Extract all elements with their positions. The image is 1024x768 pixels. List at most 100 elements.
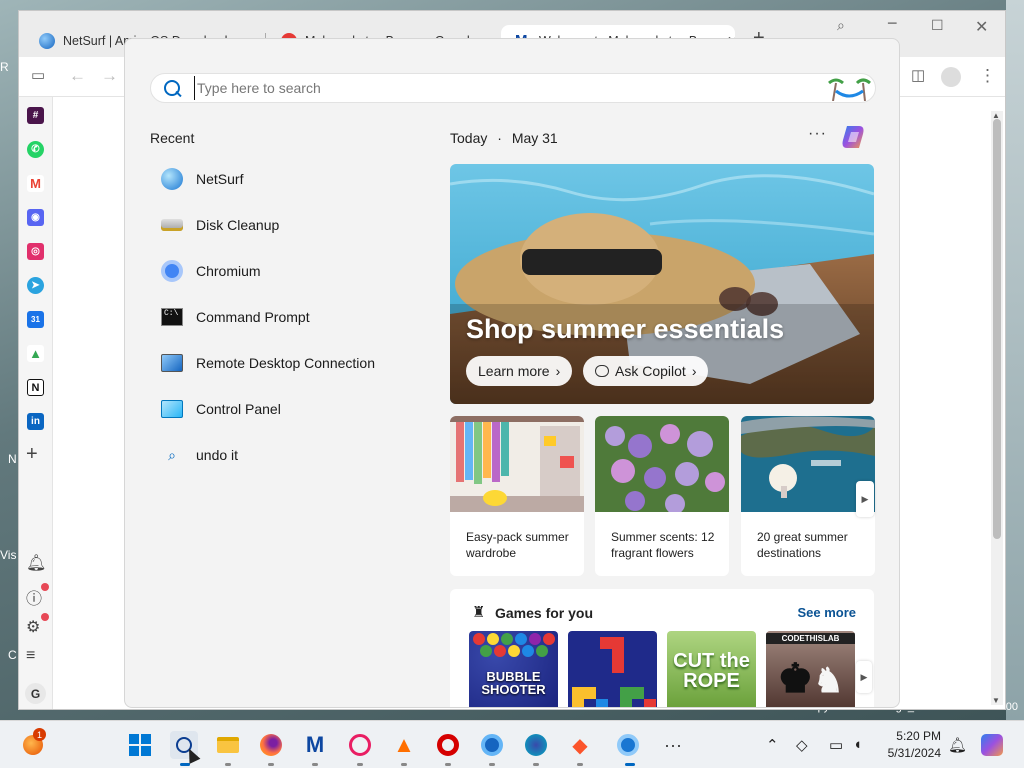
bell-icon[interactable]: 🔔︎ — [26, 553, 46, 573]
more-apps-icon[interactable]: ··· — [661, 733, 685, 757]
menu-icon[interactable]: ⋮ — [979, 66, 996, 86]
help-icon[interactable]: ⓘ — [26, 585, 42, 609]
games-next-button[interactable]: ▶ — [856, 661, 872, 693]
see-more-link[interactable]: See more — [797, 605, 856, 620]
tab-actions-icon[interactable]: ▭ — [31, 66, 45, 84]
network-icon[interactable]: ◇ — [796, 736, 808, 754]
beach-hammock-icon — [828, 78, 871, 101]
recent-item-command-prompt[interactable]: C:\ Command Prompt — [160, 302, 310, 332]
profile-icon[interactable] — [941, 67, 961, 87]
search-input[interactable] — [194, 76, 794, 100]
minimize-button[interactable]: − — [887, 13, 898, 34]
card-caption: 20 great summer destinations — [757, 530, 848, 560]
desktop-icon-label[interactable]: R — [0, 60, 9, 74]
opera-gx-icon[interactable] — [348, 733, 372, 757]
firefox-icon[interactable] — [259, 733, 283, 757]
opera-icon[interactable] — [436, 733, 460, 757]
hero-title: Shop summer essentials — [466, 314, 785, 344]
instagram-icon[interactable]: ◎ — [27, 243, 44, 260]
maximize-button[interactable]: ☐ — [931, 17, 944, 34]
recent-item-label: Command Prompt — [196, 309, 310, 325]
search-panel: Recent NetSurf Disk Cleanup Chromium C:\… — [124, 38, 900, 708]
more-options-icon[interactable]: ··· — [808, 125, 827, 143]
display-icon[interactable]: ▭ — [829, 736, 843, 754]
ask-copilot-button[interactable]: Ask Copilot › — [583, 356, 709, 386]
remote-desktop-icon — [160, 351, 184, 375]
browser-taskbar-icon[interactable] — [524, 733, 548, 757]
scroll-thumb[interactable] — [993, 119, 1001, 539]
gmail-icon[interactable]: M — [27, 175, 44, 192]
chess-king-icon: ♚ — [777, 657, 814, 701]
notification-bell-icon[interactable]: 🔔︎ — [948, 736, 967, 754]
learn-more-button[interactable]: Learn more › — [466, 356, 573, 386]
desktop-icon-label[interactable]: C — [8, 648, 17, 662]
vlc-icon[interactable]: ▲ — [392, 732, 416, 757]
desktop-wallpaper-strip — [1006, 0, 1024, 720]
add-app-icon[interactable]: + — [26, 443, 38, 466]
notion-icon[interactable]: N — [27, 379, 44, 396]
desktop-icon-label[interactable]: Vis — [0, 548, 16, 562]
recent-item-label: Chromium — [196, 263, 261, 279]
taskbar: M ▲ ◆ ··· ⌃ ◇ ▭ ◖ 5:20 PM 5/31/2024 🔔︎ — [0, 720, 1024, 768]
malwarebytes-taskbar-icon[interactable]: M — [303, 732, 327, 757]
command-prompt-icon: C:\ — [160, 305, 184, 329]
brave-icon[interactable]: ◆ — [568, 733, 592, 757]
page-scrollbar[interactable]: ▲ ▼ — [991, 111, 1003, 705]
whatsapp-icon[interactable]: ✆ — [27, 141, 44, 158]
linkedin-icon[interactable]: in — [27, 413, 44, 430]
slack-icon[interactable]: # — [27, 107, 44, 124]
search-bar[interactable] — [150, 73, 876, 103]
recent-item-undo-it[interactable]: ⌕ undo it — [160, 440, 238, 470]
split-view-icon[interactable]: ◫ — [911, 66, 925, 84]
clock-date: 5/31/2024 — [887, 746, 941, 760]
chrome-icon[interactable] — [616, 733, 640, 757]
avatar[interactable]: G — [25, 683, 46, 704]
recent-item-chromium[interactable]: Chromium — [160, 256, 261, 286]
game-tile-blocks[interactable] — [568, 631, 657, 707]
customize-icon[interactable]: ≡ — [26, 647, 35, 665]
scroll-down-arrow[interactable]: ▼ — [992, 696, 1000, 705]
forward-button[interactable]: → — [101, 66, 118, 86]
ask-copilot-label: Ask Copilot — [615, 363, 686, 379]
recent-item-netsurf[interactable]: NetSurf — [160, 164, 243, 194]
carousel-next-button[interactable]: ▶ — [856, 481, 874, 517]
volume-icon[interactable]: ◖ — [853, 736, 862, 753]
game-tile-bubble-shooter[interactable]: BUBBLE SHOOTER — [469, 631, 558, 707]
chevron-up-icon[interactable]: ⌃ — [766, 736, 779, 754]
windows-start-icon[interactable] — [128, 733, 152, 757]
telegram-icon[interactable]: ➤ — [27, 277, 44, 294]
game-tile-cut-the-rope[interactable]: CUT the ROPE — [667, 631, 756, 707]
chevron-right-icon: › — [555, 363, 561, 379]
settings-gear-icon[interactable]: ⚙ — [26, 617, 40, 637]
recent-item-control-panel[interactable]: Control Panel — [160, 394, 281, 424]
chromium-taskbar-icon[interactable] — [480, 733, 504, 757]
flowers-image — [595, 416, 729, 512]
card-caption: Easy-pack summer wardrobe — [466, 530, 569, 560]
chromium-icon — [160, 259, 184, 283]
back-button[interactable]: ← — [69, 66, 86, 86]
chess-piece-icon: ♜ — [472, 604, 486, 621]
close-window-button[interactable]: ✕ — [975, 17, 988, 37]
recent-item-disk-cleanup[interactable]: Disk Cleanup — [160, 210, 279, 240]
hero-card[interactable]: Shop summer essentials Learn more › Ask … — [450, 164, 874, 404]
discord-icon[interactable]: ◉ — [27, 209, 44, 226]
game-tile-chess[interactable]: CODETHISLAB ♚ ♞ — [766, 631, 855, 707]
calendar-icon[interactable]: 31 — [27, 311, 44, 328]
search-tabs-icon[interactable]: ⌕ — [837, 17, 845, 34]
game-title: CODETHISLAB — [766, 633, 855, 644]
copilot-icon[interactable] — [839, 122, 869, 152]
drive-icon[interactable]: ▲ — [27, 345, 44, 362]
recent-heading: Recent — [150, 130, 195, 146]
recent-item-remote-desktop[interactable]: Remote Desktop Connection — [160, 348, 375, 378]
news-card[interactable]: Summer scents: 12 fragrant flowers — [595, 416, 729, 576]
system-clock[interactable]: 5:20 PM 5/31/2024 — [869, 728, 941, 762]
chat-bubble-icon — [595, 365, 609, 377]
search-icon — [164, 80, 180, 96]
copilot-taskbar-icon[interactable] — [981, 734, 1003, 756]
news-card[interactable]: 20 great summer destinations — [741, 416, 875, 576]
news-card[interactable]: Easy-pack summer wardrobe — [450, 416, 584, 576]
desktop-icon-label[interactable]: N — [8, 452, 17, 466]
game-title: CUT the ROPE — [673, 650, 750, 692]
file-explorer-icon[interactable] — [216, 733, 240, 757]
recent-item-label: Remote Desktop Connection — [196, 355, 375, 371]
